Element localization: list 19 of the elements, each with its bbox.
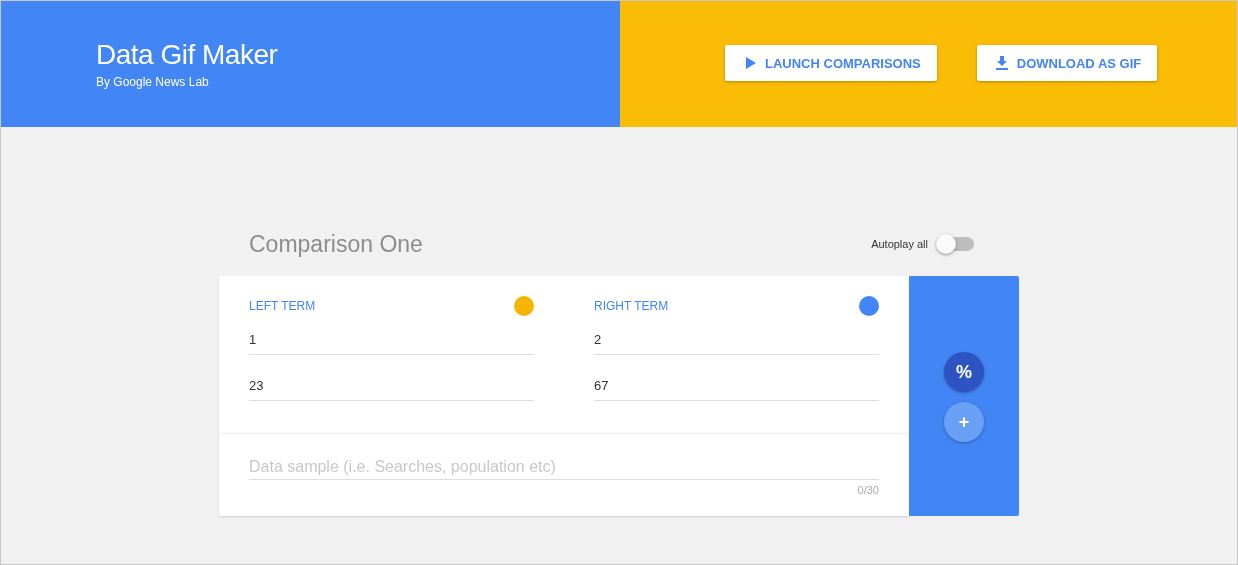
play-icon [743, 56, 757, 70]
color-dot[interactable] [859, 296, 879, 316]
app-subtitle: By Google News Lab [96, 75, 210, 89]
term-label: LEFT TERM [249, 299, 316, 313]
download-icon [994, 56, 1009, 70]
download-button[interactable]: DOWNLOAD AS GIF [976, 45, 1158, 81]
term-label: RIGHT TERM [594, 299, 669, 313]
term-field[interactable]: 23 [249, 374, 534, 401]
autoplay-toggle[interactable] [938, 237, 974, 251]
app-title: Data Gif Maker [96, 39, 279, 71]
mode-button[interactable]: % [944, 352, 984, 392]
play-button[interactable]: LAUNCH COMPARISONS [725, 45, 937, 81]
autoplay-label: Autoplay all [871, 238, 928, 250]
term-field[interactable]: 67 [594, 374, 879, 401]
color-dot[interactable] [514, 296, 534, 316]
comparison-title: Comparison One [249, 230, 423, 258]
term-field[interactable]: 2 [594, 328, 879, 355]
term-field[interactable]: 1 [249, 328, 534, 355]
character-counter: 0/30 [857, 484, 879, 496]
